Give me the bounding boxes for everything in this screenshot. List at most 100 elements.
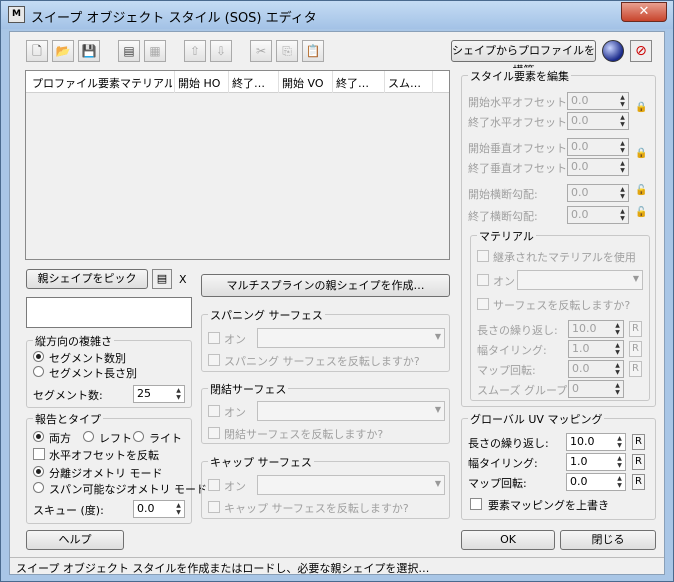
spanable-geometry-radio[interactable] xyxy=(33,482,44,493)
cut-icon[interactable]: ✂ xyxy=(250,40,272,62)
inherit-material-checkbox[interactable] xyxy=(477,250,489,262)
h-offset-lock-icon[interactable]: 🔒 xyxy=(635,103,647,113)
mat-width-reset-button[interactable]: R xyxy=(629,341,642,357)
cap-on-checkbox[interactable] xyxy=(208,479,220,491)
uv-rot-reset-button[interactable]: R xyxy=(632,474,645,490)
length-complexity-group: 縦方向の複雑さ セグメント数別 セグメント長さ別 セグメント数: 25 ▲ ▼ xyxy=(26,333,192,408)
global-uv-title: グローバル UV マッピング xyxy=(468,411,605,427)
clear-shape-x[interactable]: X xyxy=(179,273,187,286)
split-geometry-radio[interactable] xyxy=(33,466,44,477)
pick-cursor-icon[interactable]: ▤ xyxy=(152,269,172,289)
by-length-radio[interactable] xyxy=(33,366,44,377)
skew-spinner[interactable]: 0.0 ▲ ▼ xyxy=(133,500,185,518)
flip-h-offset-label: 水平オフセットを反転 xyxy=(49,449,159,462)
report-type-title: 報告とタイプ xyxy=(33,411,103,427)
copy-icon[interactable]: ⎘ xyxy=(276,40,298,62)
flip-h-offset-checkbox[interactable] xyxy=(33,448,45,460)
right-radio[interactable] xyxy=(133,431,144,442)
uv-width-tile-spinner[interactable]: 1.0 ▲ ▼ xyxy=(566,453,626,471)
material-combo[interactable]: ▼ xyxy=(517,270,643,290)
end-v-offset-spinner[interactable]: 0.0 ▲ ▼ xyxy=(567,158,629,176)
global-uv-group: グローバル UV マッピング 長さの繰り返し: 10.0 ▲ ▼ R 幅タイリング:… xyxy=(461,411,656,520)
override-mapping-checkbox[interactable] xyxy=(470,498,482,510)
move-down-icon[interactable]: ⇩ xyxy=(210,40,232,62)
pick-parent-shape-button[interactable]: 親シェイプをピック xyxy=(26,269,148,289)
mat-width-tile-label: 幅タイリング: xyxy=(477,344,547,357)
closing-surface-group: 閉結サーフェス オン ▼ 閉結サーフェスを反転しますか? xyxy=(201,381,450,444)
close-window-button[interactable]: ✕ xyxy=(621,2,667,22)
material-flip-checkbox[interactable] xyxy=(477,298,489,310)
delete-element-icon[interactable]: ▦ xyxy=(144,40,166,62)
mat-length-repeat-spinner[interactable]: 10.0 ▲ ▼ xyxy=(568,320,624,338)
col-start-ho[interactable]: 開始 HO xyxy=(178,75,230,91)
mat-width-tile-spinner[interactable]: 1.0 ▲ ▼ xyxy=(568,340,624,358)
start-h-offset-spinner[interactable]: 0.0 ▲ ▼ xyxy=(567,92,629,110)
v-offset-lock-icon[interactable]: 🔒 xyxy=(635,149,647,159)
mat-length-repeat-label: 長さの繰り返し: xyxy=(477,324,558,337)
add-element-icon[interactable]: ▤ xyxy=(118,40,140,62)
end-slope-unlock-icon[interactable]: 🔓 xyxy=(635,208,647,218)
mat-map-rot-spinner[interactable]: 0.0 ▲ ▼ xyxy=(568,360,624,378)
mat-rot-reset-button[interactable]: R xyxy=(629,361,642,377)
paste-icon[interactable]: 📋 xyxy=(302,40,324,62)
status-bar: スイープ オブジェクト スタイルを作成またはロードし、必要な親シェイプを選択… xyxy=(10,557,664,575)
cap-on-label: オン xyxy=(224,480,246,493)
start-v-offset-spinner[interactable]: 0.0 ▲ ▼ xyxy=(567,138,629,156)
move-up-icon[interactable]: ⇧ xyxy=(184,40,206,62)
open-folder-icon[interactable]: 📂 xyxy=(52,40,74,62)
override-mapping-label: 要素マッピングを上書き xyxy=(488,499,609,512)
build-profile-button[interactable]: シェイプからプロファイルを構築 xyxy=(451,40,596,77)
parent-shape-field[interactable] xyxy=(26,297,192,328)
both-label: 両方 xyxy=(49,432,71,445)
closing-material-combo[interactable]: ▼ xyxy=(257,401,445,421)
uv-map-rot-spinner[interactable]: 0.0 ▲ ▼ xyxy=(566,473,626,491)
col-smooth[interactable]: スム… xyxy=(388,75,428,91)
left-label: レフト xyxy=(99,432,132,445)
length-complexity-title: 縦方向の複雑さ xyxy=(33,333,114,349)
material-sphere-icon[interactable] xyxy=(602,40,624,62)
col-start-vo[interactable]: 開始 VO xyxy=(282,75,332,91)
mat-map-rot-label: マップ回転: xyxy=(477,364,536,377)
save-icon[interactable]: 💾 xyxy=(78,40,100,62)
by-count-radio[interactable] xyxy=(33,351,44,362)
start-slope-spinner[interactable]: 0.0 ▲ ▼ xyxy=(567,184,629,202)
end-slope-spinner[interactable]: 0.0 ▲ ▼ xyxy=(567,206,629,224)
multispline-parent-button[interactable]: マルチスプラインの親シェイプを作成… xyxy=(201,274,450,297)
uv-width-reset-button[interactable]: R xyxy=(632,454,645,470)
cap-material-combo[interactable]: ▼ xyxy=(257,475,445,495)
start-h-offset-label: 開始水平オフセット: xyxy=(468,96,571,109)
col-end-vo[interactable]: 終了… xyxy=(336,75,382,91)
right-label: ライト xyxy=(149,432,182,445)
close-button[interactable]: 閉じる xyxy=(560,530,656,550)
col-material[interactable]: プロファイル要素マテリアル xyxy=(32,75,172,91)
material-group: マテリアル 継承されたマテリアルを使用 オン ▼ サーフェスを反転しますか? 長… xyxy=(470,228,650,401)
no-material-icon[interactable]: ⊘ xyxy=(630,40,652,62)
uv-length-reset-button[interactable]: R xyxy=(632,434,645,450)
cap-surface-group: キャップ サーフェス オン ▼ キャップ サーフェスを反転しますか? xyxy=(201,454,450,519)
spanning-surface-group: スパニング サーフェス オン ▼ スパニング サーフェスを反転しますか? xyxy=(201,307,450,372)
spanning-flip-label: スパニング サーフェスを反転しますか? xyxy=(224,355,420,368)
ok-button[interactable]: OK xyxy=(461,530,555,550)
title-bar[interactable]: M スイープ オブジェクト スタイル (SOS) エディタ ✕ xyxy=(1,1,673,29)
material-on-checkbox[interactable] xyxy=(477,274,489,286)
cap-flip-checkbox[interactable] xyxy=(208,501,220,513)
end-h-offset-spinner[interactable]: 0.0 ▲ ▼ xyxy=(567,112,629,130)
smooth-group-spinner[interactable]: 0 ▲ ▼ xyxy=(568,380,624,398)
both-radio[interactable] xyxy=(33,431,44,442)
profile-element-list[interactable]: プロファイル要素マテリアル 開始 HO 終了… 開始 VO 終了… スム… xyxy=(25,70,450,260)
segment-count-spinner[interactable]: 25 ▲ ▼ xyxy=(133,385,185,403)
mat-length-reset-button[interactable]: R xyxy=(629,321,642,337)
help-button[interactable]: ヘルプ xyxy=(26,530,124,550)
uv-length-repeat-spinner[interactable]: 10.0 ▲ ▼ xyxy=(566,433,626,451)
start-slope-unlock-icon[interactable]: 🔓 xyxy=(635,186,647,196)
uv-length-repeat-label: 長さの繰り返し: xyxy=(468,437,549,450)
col-end-ho[interactable]: 終了… xyxy=(232,75,278,91)
spanning-material-combo[interactable]: ▼ xyxy=(257,328,445,348)
closing-flip-checkbox[interactable] xyxy=(208,427,220,439)
split-geometry-label: 分離ジオメトリ モード xyxy=(49,467,163,480)
spanning-on-checkbox[interactable] xyxy=(208,332,220,344)
new-file-icon[interactable]: 🗋 xyxy=(26,40,48,62)
left-radio[interactable] xyxy=(83,431,94,442)
closing-on-checkbox[interactable] xyxy=(208,405,220,417)
spanning-flip-checkbox[interactable] xyxy=(208,354,220,366)
